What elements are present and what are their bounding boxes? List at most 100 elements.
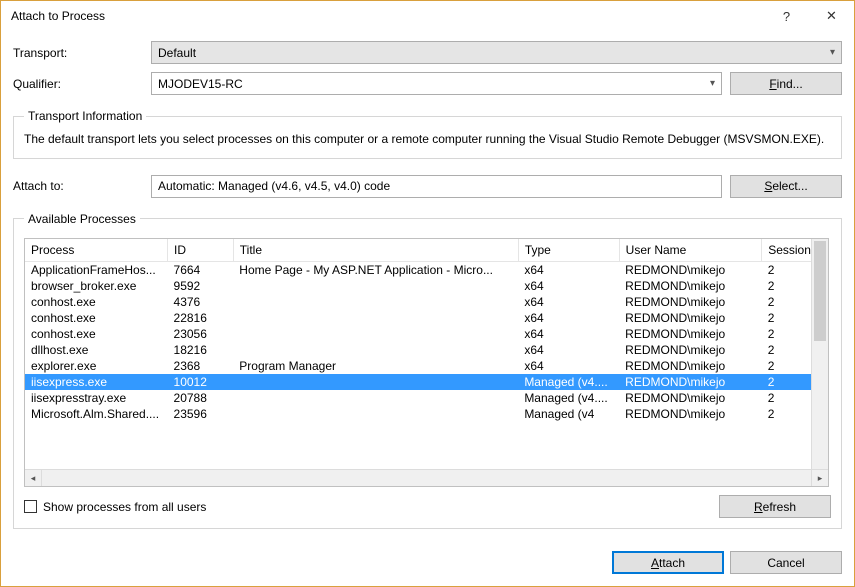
cell-id: 9592 bbox=[168, 278, 234, 294]
col-header-user[interactable]: User Name bbox=[619, 239, 762, 262]
cell-process: conhost.exe bbox=[25, 310, 168, 326]
attach-to-field: Automatic: Managed (v4.6, v4.5, v4.0) co… bbox=[151, 175, 722, 198]
dialog-title: Attach to Process bbox=[11, 9, 764, 23]
checkbox-box-icon bbox=[24, 500, 37, 513]
cell-id: 22816 bbox=[168, 310, 234, 326]
cell-process: Microsoft.Alm.Shared.... bbox=[25, 406, 168, 422]
show-all-users-label: Show processes from all users bbox=[43, 500, 206, 514]
transport-value: Default bbox=[158, 46, 196, 60]
cell-title bbox=[233, 374, 518, 390]
chevron-down-icon: ▾ bbox=[710, 78, 715, 89]
table-row[interactable]: browser_broker.exe9592x64REDMOND\mikejo2 bbox=[25, 278, 828, 294]
cell-title bbox=[233, 294, 518, 310]
cell-process: iisexpress.exe bbox=[25, 374, 168, 390]
cell-user: REDMOND\mikejo bbox=[619, 294, 762, 310]
dialog-content: Transport: Default ▾ Qualifier: MJODEV15… bbox=[1, 31, 854, 541]
cell-id: 4376 bbox=[168, 294, 234, 310]
dialog-footer: Attach Cancel bbox=[1, 541, 854, 586]
cell-user: REDMOND\mikejo bbox=[619, 310, 762, 326]
transport-info-group: Transport Information The default transp… bbox=[13, 109, 842, 159]
table-row[interactable]: explorer.exe2368Program Managerx64REDMON… bbox=[25, 358, 828, 374]
transport-info-legend: Transport Information bbox=[24, 109, 146, 123]
cell-user: REDMOND\mikejo bbox=[619, 278, 762, 294]
refresh-button[interactable]: Refresh bbox=[719, 495, 831, 518]
cell-type: Managed (v4.... bbox=[518, 390, 619, 406]
cell-process: browser_broker.exe bbox=[25, 278, 168, 294]
chevron-down-icon: ▾ bbox=[830, 47, 835, 58]
cell-user: REDMOND\mikejo bbox=[619, 374, 762, 390]
transport-label: Transport: bbox=[13, 46, 143, 60]
vertical-scrollbar[interactable] bbox=[811, 239, 828, 469]
process-table: Process ID Title Type User Name Session … bbox=[25, 239, 828, 422]
show-all-users-checkbox[interactable]: Show processes from all users bbox=[24, 500, 206, 514]
cell-user: REDMOND\mikejo bbox=[619, 326, 762, 342]
cell-type: Managed (v4.... bbox=[518, 374, 619, 390]
table-row[interactable]: conhost.exe23056x64REDMOND\mikejo2 bbox=[25, 326, 828, 342]
cell-user: REDMOND\mikejo bbox=[619, 261, 762, 278]
table-row[interactable]: ApplicationFrameHos...7664Home Page - My… bbox=[25, 261, 828, 278]
find-btn-tail: ind... bbox=[777, 77, 803, 91]
transport-dropdown[interactable]: Default ▾ bbox=[151, 41, 842, 64]
col-header-type[interactable]: Type bbox=[518, 239, 619, 262]
cell-type: x64 bbox=[518, 278, 619, 294]
transport-info-text: The default transport lets you select pr… bbox=[24, 131, 831, 148]
transport-row: Transport: Default ▾ bbox=[13, 41, 842, 64]
cell-id: 18216 bbox=[168, 342, 234, 358]
cell-title: Home Page - My ASP.NET Application - Mic… bbox=[233, 261, 518, 278]
col-header-title[interactable]: Title bbox=[233, 239, 518, 262]
available-processes-group: Available Processes Process ID Title Typ… bbox=[13, 212, 842, 529]
process-table-scroll[interactable]: Process ID Title Type User Name Session … bbox=[25, 239, 828, 469]
cell-title: Program Manager bbox=[233, 358, 518, 374]
qualifier-row: Qualifier: MJODEV15-RC ▾ Find... bbox=[13, 72, 842, 95]
cell-type: x64 bbox=[518, 261, 619, 278]
cell-title bbox=[233, 390, 518, 406]
cell-id: 20788 bbox=[168, 390, 234, 406]
cell-process: dllhost.exe bbox=[25, 342, 168, 358]
col-header-process[interactable]: Process bbox=[25, 239, 168, 262]
attach-to-row: Attach to: Automatic: Managed (v4.6, v4.… bbox=[13, 175, 842, 198]
help-icon[interactable]: ? bbox=[764, 1, 809, 31]
cell-user: REDMOND\mikejo bbox=[619, 358, 762, 374]
cell-process: conhost.exe bbox=[25, 294, 168, 310]
table-row[interactable]: iisexpress.exe10012 Managed (v4....REDMON… bbox=[25, 374, 828, 390]
col-header-id[interactable]: ID bbox=[168, 239, 234, 262]
table-header-row: Process ID Title Type User Name Session bbox=[25, 239, 828, 262]
cell-process: ApplicationFrameHos... bbox=[25, 261, 168, 278]
attach-to-label: Attach to: bbox=[13, 179, 143, 193]
cell-id: 7664 bbox=[168, 261, 234, 278]
select-button[interactable]: Select... bbox=[730, 175, 842, 198]
cell-title bbox=[233, 342, 518, 358]
cell-id: 10012 bbox=[168, 374, 234, 390]
qualifier-combo[interactable]: MJODEV15-RC ▾ bbox=[151, 72, 722, 95]
close-icon[interactable]: ✕ bbox=[809, 1, 854, 31]
cell-type: x64 bbox=[518, 294, 619, 310]
find-button[interactable]: Find... bbox=[730, 72, 842, 95]
table-row[interactable]: conhost.exe4376x64REDMOND\mikejo2 bbox=[25, 294, 828, 310]
horizontal-scrollbar[interactable]: ◂ ▸ bbox=[25, 469, 828, 486]
cell-type: x64 bbox=[518, 310, 619, 326]
cell-type: x64 bbox=[518, 342, 619, 358]
cell-type: x64 bbox=[518, 326, 619, 342]
cell-process: iisexpresstray.exe bbox=[25, 390, 168, 406]
titlebar: Attach to Process ? ✕ bbox=[1, 1, 854, 31]
cell-user: REDMOND\mikejo bbox=[619, 342, 762, 358]
cell-type: x64 bbox=[518, 358, 619, 374]
attach-button[interactable]: Attach bbox=[612, 551, 724, 574]
cell-process: conhost.exe bbox=[25, 326, 168, 342]
qualifier-label: Qualifier: bbox=[13, 77, 143, 91]
cell-user: REDMOND\mikejo bbox=[619, 406, 762, 422]
attach-to-process-dialog: Attach to Process ? ✕ Transport: Default… bbox=[0, 0, 855, 587]
cell-id: 23596 bbox=[168, 406, 234, 422]
scrollbar-thumb[interactable] bbox=[814, 241, 826, 341]
table-row[interactable]: Microsoft.Alm.Shared....23596 Managed (v4… bbox=[25, 406, 828, 422]
cancel-button[interactable]: Cancel bbox=[730, 551, 842, 574]
table-row[interactable]: conhost.exe22816x64REDMOND\mikejo2 bbox=[25, 310, 828, 326]
cell-type: Managed (v4 bbox=[518, 406, 619, 422]
table-row[interactable]: iisexpresstray.exe20788Managed (v4....RE… bbox=[25, 390, 828, 406]
scroll-right-icon[interactable]: ▸ bbox=[811, 470, 828, 487]
qualifier-value: MJODEV15-RC bbox=[158, 77, 243, 91]
scroll-left-icon[interactable]: ◂ bbox=[25, 470, 42, 487]
process-bottom-row: Show processes from all users Refresh bbox=[24, 495, 831, 518]
cell-id: 23056 bbox=[168, 326, 234, 342]
table-row[interactable]: dllhost.exe18216x64REDMOND\mikejo2 bbox=[25, 342, 828, 358]
